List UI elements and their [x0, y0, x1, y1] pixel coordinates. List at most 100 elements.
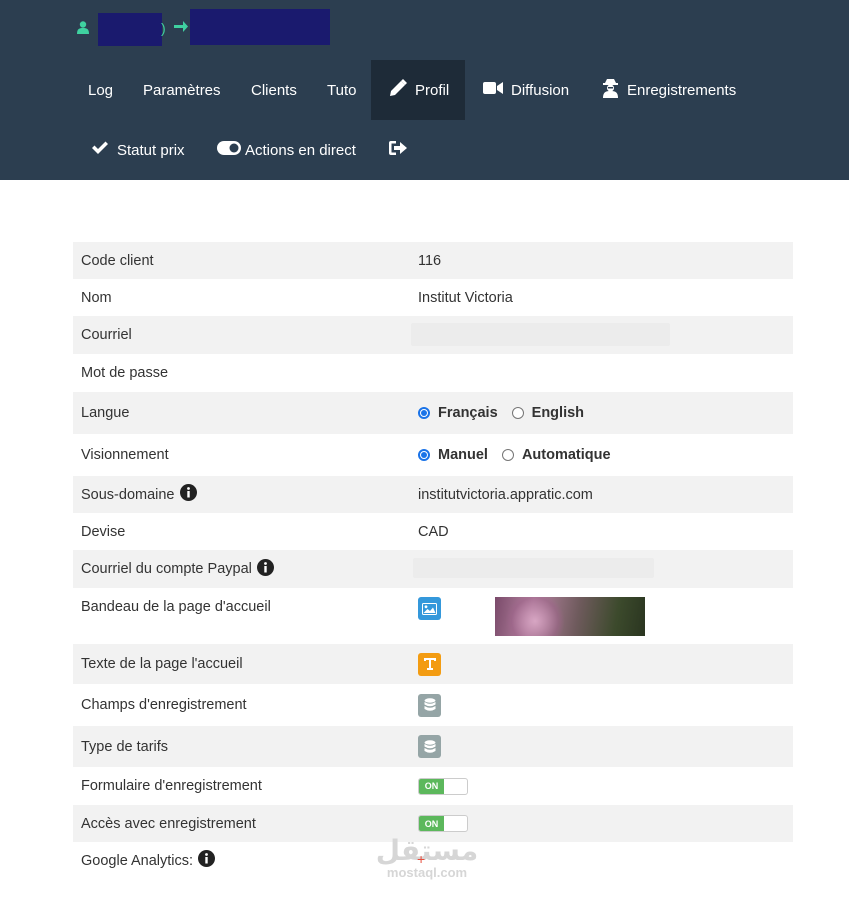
langue-options: Français English — [418, 405, 598, 421]
row-bandeau: Bandeau de la page d'accueil — [73, 588, 793, 644]
row-label: Google Analytics: — [81, 852, 194, 869]
toggle-switch[interactable]: ON — [418, 777, 468, 795]
user-icon — [77, 21, 89, 39]
radio-dot[interactable] — [501, 449, 514, 461]
nav-clients-label: Clients — [251, 81, 297, 99]
nav-statut-prix-label: Statut prix — [117, 141, 185, 159]
nav-statut-prix[interactable]: Statut prix — [91, 120, 185, 180]
radio-dot-checked[interactable] — [418, 449, 430, 461]
row-label: Formulaire d'enregistrement — [81, 778, 262, 794]
radio-label: Manuel — [438, 447, 488, 463]
nav-tuto-label: Tuto — [327, 81, 357, 99]
row-label: Champs d'enregistrement — [81, 697, 247, 713]
toggle-on-label: ON — [419, 816, 444, 831]
row-label: Type de tarifs — [81, 738, 169, 755]
database-icon[interactable] — [418, 735, 441, 758]
nav-clients[interactable]: Clients — [236, 60, 312, 120]
nav-diffusion-label: Diffusion — [511, 81, 570, 99]
arrow-right-icon — [174, 20, 188, 38]
radio-dot-checked[interactable] — [418, 407, 430, 419]
row-value — [418, 735, 441, 758]
row-courriel-paypal: Courriel du compte Paypal — [73, 550, 793, 588]
row-sous-domaine: Sous-domaine institutvictoria.appratic.c… — [73, 476, 793, 513]
row-value — [418, 693, 441, 717]
info-icon[interactable] — [256, 558, 274, 580]
radio-label: English — [531, 405, 585, 421]
row-label: Bandeau de la page d'accueil — [81, 599, 271, 615]
row-label: Texte de la page l'accueil — [81, 656, 243, 672]
nav-log[interactable]: Log — [73, 60, 128, 120]
row-value: Institut Victoria — [418, 289, 513, 306]
row-champs-enregistrement: Champs d'enregistrement — [73, 684, 793, 726]
nav-diffusion[interactable]: Diffusion — [483, 60, 569, 120]
row-visionnement: Visionnement Manuel Automatique — [73, 434, 793, 476]
profile-table: Code client 116 Nom Institut Victoria Co… — [73, 242, 793, 879]
courriel-field-redacted[interactable] — [411, 323, 670, 346]
row-value: ON — [418, 777, 468, 795]
row-label-wrap: Courriel du compte Paypal — [81, 558, 274, 580]
row-label: Visionnement — [81, 447, 169, 463]
plus-icon: + — [417, 851, 426, 867]
row-nom: Nom Institut Victoria — [73, 279, 793, 316]
redacted-username — [98, 13, 162, 46]
nav-tuto[interactable]: Tuto — [312, 60, 371, 120]
radio-label: Automatique — [521, 447, 611, 463]
row-label: Courriel — [81, 327, 132, 343]
info-icon[interactable] — [198, 850, 216, 871]
logout-icon — [389, 140, 415, 160]
nav-profil-label: Profil — [415, 81, 450, 99]
nav-profil[interactable]: Profil — [371, 60, 465, 120]
row-label: Accès avec enregistrement — [81, 815, 256, 832]
row-label: Code client — [81, 252, 154, 269]
watermark-latin: mostaql.com — [386, 865, 468, 880]
row-label-wrap: Google Analytics: — [81, 850, 216, 871]
row-courriel: Courriel — [73, 316, 793, 354]
nav-enregistrements-label: Enregistrements — [627, 81, 737, 99]
pencil-icon — [389, 79, 415, 101]
user-secret-icon — [602, 78, 627, 102]
row-value: 116 — [418, 252, 442, 269]
radio-dot[interactable] — [511, 407, 524, 419]
row-value — [418, 597, 441, 620]
row-langue: Langue Français English — [73, 392, 793, 434]
row-mot-de-passe: Mot de passe — [73, 354, 793, 392]
banner-thumbnail — [495, 597, 645, 636]
toggle-switch[interactable]: ON — [418, 815, 468, 832]
watermark: مستقل mostaql.com — [372, 836, 482, 886]
radio-english[interactable]: English — [511, 405, 585, 421]
row-label: Nom — [81, 289, 112, 306]
nav-actions-en-direct-label: Actions en direct — [245, 141, 356, 159]
database-icon[interactable] — [418, 693, 441, 717]
row-value: ON — [418, 815, 468, 832]
watermark-arabic: مستقل — [375, 834, 479, 867]
text-icon[interactable] — [418, 652, 441, 676]
image-icon[interactable] — [418, 597, 441, 620]
video-camera-icon — [483, 81, 511, 99]
row-label-wrap: Sous-domaine — [81, 484, 197, 505]
row-formulaire-enregistrement: Formulaire d'enregistrement ON — [73, 767, 793, 805]
nav-actions-en-direct[interactable]: Actions en direct — [217, 120, 356, 180]
row-type-tarifs: Type de tarifs — [73, 726, 793, 767]
row-value — [418, 652, 441, 676]
visionnement-options: Manuel Automatique — [418, 447, 625, 463]
row-devise: Devise CAD — [73, 513, 793, 550]
toggle-on-label: ON — [419, 778, 444, 794]
nav-enregistrements[interactable]: Enregistrements — [602, 60, 736, 120]
row-value: CAD — [418, 523, 449, 540]
row-code-client: Code client 116 — [73, 242, 793, 279]
radio-manuel[interactable]: Manuel — [418, 447, 488, 463]
radio-francais[interactable]: Français — [418, 405, 498, 421]
row-label: Courriel du compte Paypal — [81, 561, 252, 577]
radio-label: Français — [438, 405, 498, 421]
check-icon — [91, 141, 117, 159]
nav-log-label: Log — [88, 81, 114, 99]
info-icon[interactable] — [179, 484, 197, 505]
radio-automatique[interactable]: Automatique — [501, 447, 611, 463]
paypal-field-redacted[interactable] — [413, 558, 654, 578]
nav-logout[interactable] — [389, 120, 415, 180]
row-texte-accueil: Texte de la page l'accueil — [73, 644, 793, 684]
row-label: Sous-domaine — [81, 486, 175, 503]
row-label: Langue — [81, 405, 130, 421]
row-label: Mot de passe — [81, 365, 169, 381]
nav-parametres[interactable]: Paramètres — [128, 60, 236, 120]
